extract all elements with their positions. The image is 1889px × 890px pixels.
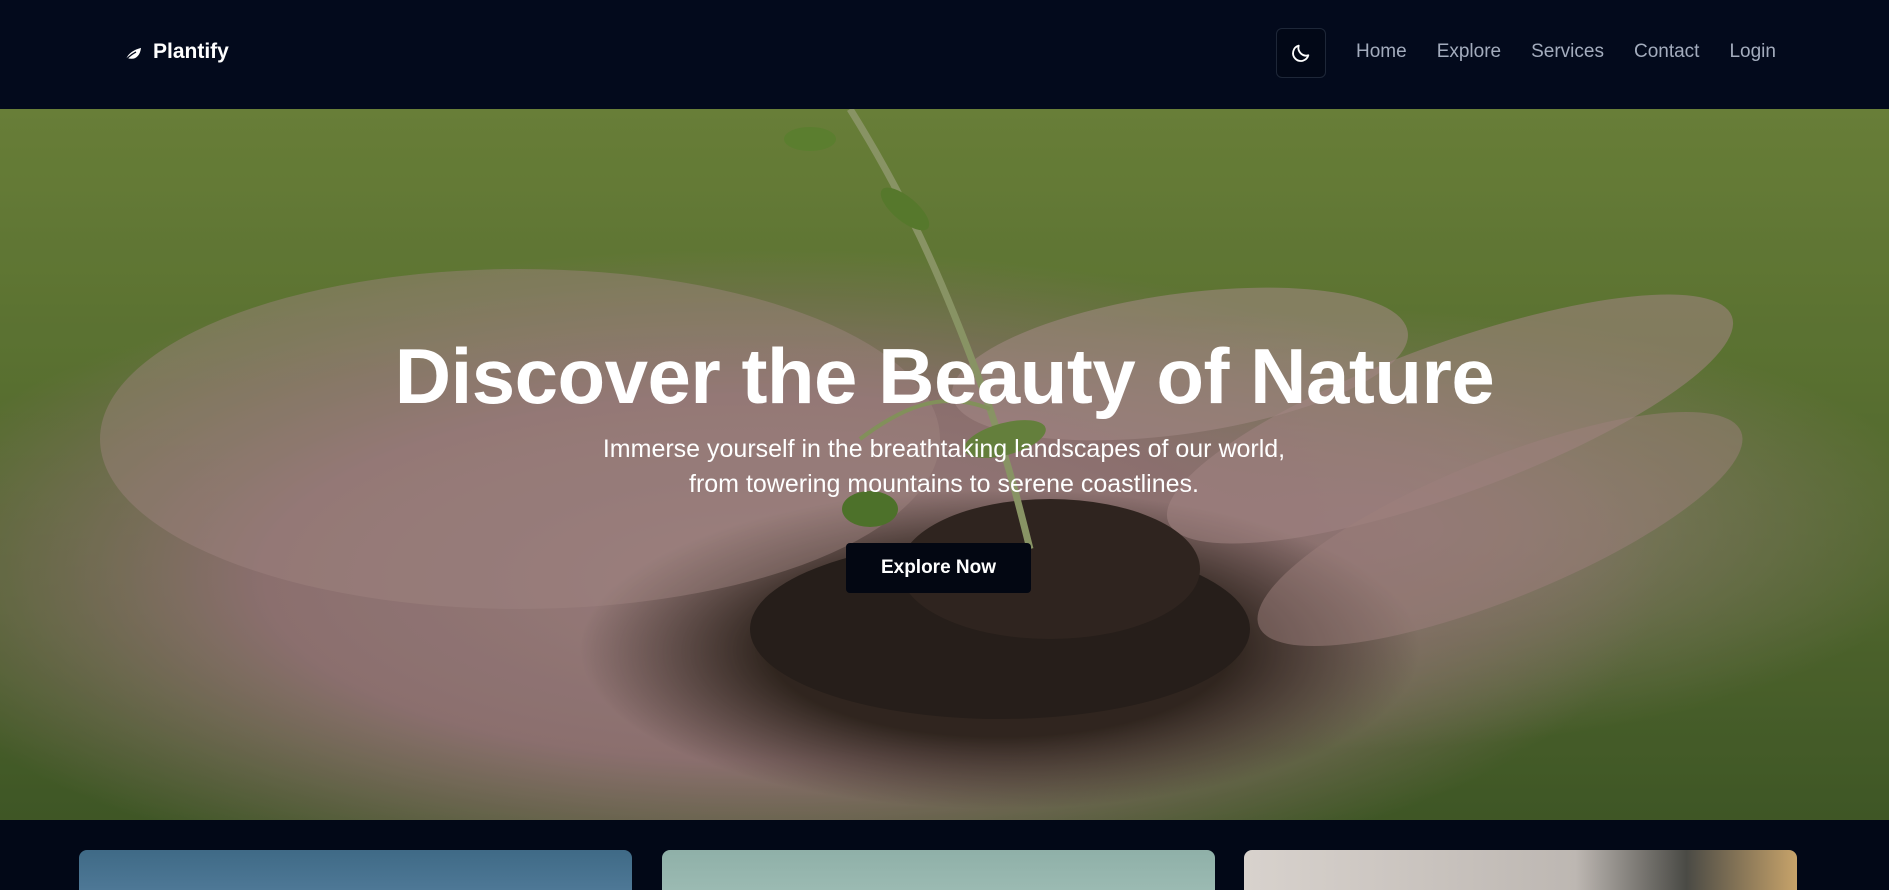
cards-section [0,820,1889,890]
nav-link-home[interactable]: Home [1356,41,1407,63]
leaf-icon [125,47,141,60]
hero-subtitle-line-1: Immerse yourself in the breathtaking lan… [602,435,1286,463]
explore-now-button[interactable]: Explore Now [846,543,1031,593]
nav-link-explore[interactable]: Explore [1437,41,1501,63]
main-nav: Home Explore Services Contact Login [1356,41,1776,63]
hero-section: Discover the Beauty of Nature Immerse yo… [0,109,1889,820]
card-image-plant[interactable] [79,850,632,890]
nav-link-contact[interactable]: Contact [1634,41,1699,63]
hero-title: Discover the Beauty of Nature [394,332,1495,420]
hero-subtitle-line-2: from towering mountains to serene coastl… [689,470,1199,498]
moon-icon [1292,44,1310,62]
navbar: Plantify Home Explore Services Contact L… [0,0,1889,109]
card-image-teal[interactable] [662,850,1215,890]
hero-subtitle: Immerse yourself in the breathtaking lan… [544,432,1344,502]
nav-link-login[interactable]: Login [1729,41,1776,63]
nav-link-services[interactable]: Services [1531,41,1604,63]
hero-content: Discover the Beauty of Nature Immerse yo… [0,109,1889,820]
theme-toggle-button[interactable] [1276,28,1326,78]
brand-name: Plantify [153,40,229,63]
card-image-interior[interactable] [1244,850,1797,890]
brand-logo[interactable]: Plantify [122,40,229,64]
